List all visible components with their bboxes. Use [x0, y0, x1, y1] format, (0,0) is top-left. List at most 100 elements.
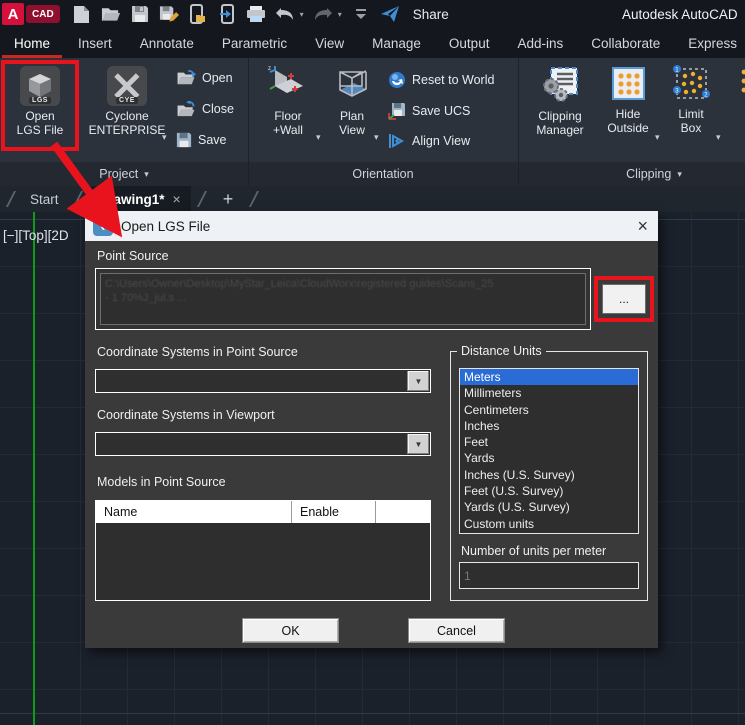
models-label: Models in Point Source — [97, 475, 226, 489]
file-tab-bar: Start Drawing1* × + — [0, 186, 745, 212]
undo-icon[interactable] — [275, 4, 295, 24]
quick-access-toolbar: A CAD — [0, 0, 745, 28]
cyclone-dropdown-icon[interactable]: ▾ — [162, 132, 167, 143]
ribbon-tab-collaborate[interactable]: Collaborate — [577, 28, 674, 58]
clipping-panel-label[interactable]: Clipping▾ — [518, 162, 745, 186]
undo-dropdown-icon[interactable]: ▾ — [300, 10, 304, 19]
point-source-path-field[interactable]: C:\Users\Owner\Desktop\MyStar_Leica\Clou… — [100, 273, 586, 325]
distance-units-group: Distance Units Meters Millimeters Centim… — [450, 351, 648, 601]
save-as-icon[interactable] — [159, 4, 179, 24]
new-file-icon[interactable] — [72, 4, 92, 24]
limit-box-button[interactable]: 1 3 2 LimitBox — [660, 64, 722, 135]
plan-view-button[interactable]: PlanView — [322, 64, 382, 137]
customize-toolbar-icon[interactable] — [351, 4, 371, 24]
hide-outside-dropdown-icon[interactable]: ▾ — [655, 132, 660, 143]
distance-units-listbox[interactable]: Meters Millimeters Centimeters Inches Fe… — [459, 368, 639, 534]
plan-view-dropdown-icon[interactable]: ▾ — [374, 132, 379, 143]
ribbon-tab-home[interactable]: Home — [0, 28, 64, 58]
save-ucs-icon — [388, 102, 406, 120]
save-small-icon — [176, 132, 192, 148]
list-item[interactable]: Inches (U.S. Survey) — [460, 467, 638, 483]
limit-box-dropdown-icon[interactable]: ▾ — [716, 132, 721, 143]
ribbon-tab-addins[interactable]: Add-ins — [503, 28, 577, 58]
list-item[interactable]: Feet — [460, 434, 638, 450]
list-item[interactable]: Custom units — [460, 516, 638, 532]
save-project-button[interactable]: Save — [176, 132, 227, 148]
save-icon[interactable] — [130, 4, 150, 24]
close-folder-icon — [176, 101, 196, 117]
partial-slice-button[interactable]: A — [730, 64, 745, 121]
models-table-header: Name Enable — [96, 501, 430, 523]
combo-dropdown-icon[interactable]: ▼ — [407, 434, 429, 454]
open-project-button[interactable]: Open — [176, 70, 233, 86]
open-from-mobile-icon[interactable] — [188, 4, 208, 24]
ribbon-tab-view[interactable]: View — [301, 28, 358, 58]
column-header-name[interactable]: Name — [96, 501, 292, 523]
list-item[interactable]: Feet (U.S. Survey) — [460, 483, 638, 499]
list-item[interactable]: Inches — [460, 418, 638, 434]
save-ucs-button[interactable]: Save UCS — [388, 102, 470, 120]
combo-dropdown-icon[interactable]: ▼ — [407, 371, 429, 391]
cyclone-enterprise-button[interactable]: CYE CycloneENTERPRISE — [86, 66, 168, 137]
models-table[interactable]: Name Enable — [95, 500, 431, 601]
open-file-icon[interactable] — [101, 4, 121, 24]
close-project-button[interactable]: Close — [176, 101, 234, 117]
ribbon-tab-output[interactable]: Output — [435, 28, 504, 58]
clipping-manager-button[interactable]: ClippingManager — [524, 64, 596, 137]
ok-button[interactable]: OK — [242, 618, 339, 643]
ribbon-tab-insert[interactable]: Insert — [64, 28, 126, 58]
floor-wall-button[interactable]: z Floor+Wall — [256, 64, 320, 137]
list-item[interactable]: Meters — [460, 369, 638, 385]
ribbon-tab-parametric[interactable]: Parametric — [208, 28, 301, 58]
limit-box-icon: 1 3 2 — [670, 64, 712, 104]
open-lgs-file-button[interactable]: LGS OpenLGS File — [4, 66, 76, 137]
floor-wall-dropdown-icon[interactable]: ▾ — [316, 132, 321, 143]
cancel-button[interactable]: Cancel — [408, 618, 505, 643]
autocad-a-icon: A — [2, 3, 24, 25]
list-item[interactable]: Yards — [460, 450, 638, 466]
reset-world-icon — [388, 71, 406, 89]
redo-icon[interactable] — [313, 4, 333, 24]
ribbon-panels: LGS OpenLGS File CYE CycloneENTERPRISE ▾… — [0, 58, 745, 162]
reset-to-world-button[interactable]: Reset to World — [388, 71, 494, 89]
share-label[interactable]: Share — [413, 7, 449, 22]
window-title: Autodesk AutoCAD — [622, 0, 745, 28]
align-view-button[interactable]: Align View — [388, 133, 470, 149]
open-lgs-file-dialog: ‹ Open LGS File × Point Source C:\Users\… — [85, 211, 658, 648]
new-tab-button[interactable]: + — [213, 189, 244, 210]
dialog-close-button[interactable]: × — [637, 211, 648, 241]
redo-dropdown-icon[interactable]: ▾ — [338, 10, 342, 19]
svg-text:z: z — [268, 66, 271, 72]
list-item[interactable]: Centimeters — [460, 402, 638, 418]
project-panel-label[interactable]: Project▾ — [0, 162, 248, 186]
hide-outside-icon — [608, 64, 648, 104]
tab-drawing1[interactable]: Drawing1* × — [89, 186, 191, 212]
save-to-mobile-icon[interactable] — [217, 4, 237, 24]
column-header-enable[interactable]: Enable — [292, 501, 376, 523]
tab-start[interactable]: Start — [22, 192, 67, 207]
hide-outside-button[interactable]: HideOutside — [596, 64, 660, 135]
tab-close-icon[interactable]: × — [173, 191, 181, 207]
column-header-blank — [376, 501, 430, 523]
lgs-icon: LGS — [20, 66, 60, 106]
autocad-logo[interactable]: A CAD — [2, 3, 60, 25]
cs-viewport-combobox[interactable]: ▼ — [95, 432, 431, 456]
point-source-label: Point Source — [97, 249, 169, 263]
tab-divider — [197, 191, 207, 207]
ribbon-tab-express[interactable]: Express — [674, 28, 745, 58]
floor-wall-icon: z — [267, 64, 309, 106]
autocad-window: A CAD — [0, 0, 745, 725]
plot-icon[interactable] — [246, 4, 266, 24]
share-icon[interactable] — [380, 4, 400, 24]
clipping-panel-dropdown-icon[interactable]: ▾ — [677, 169, 682, 180]
units-per-meter-input[interactable]: 1 — [459, 562, 639, 589]
ribbon-tab-annotate[interactable]: Annotate — [126, 28, 208, 58]
list-item[interactable]: Yards (U.S. Survey) — [460, 499, 638, 515]
list-item[interactable]: Millimeters — [460, 385, 638, 401]
ribbon-tab-manage[interactable]: Manage — [358, 28, 435, 58]
project-panel-dropdown-icon[interactable]: ▾ — [144, 169, 149, 180]
viewport-controls-label[interactable]: [−][Top][2D — [3, 228, 69, 243]
cs-point-source-combobox[interactable]: ▼ — [95, 369, 431, 393]
browse-button[interactable]: ... — [602, 284, 646, 314]
dialog-titlebar[interactable]: ‹ Open LGS File × — [85, 211, 658, 241]
